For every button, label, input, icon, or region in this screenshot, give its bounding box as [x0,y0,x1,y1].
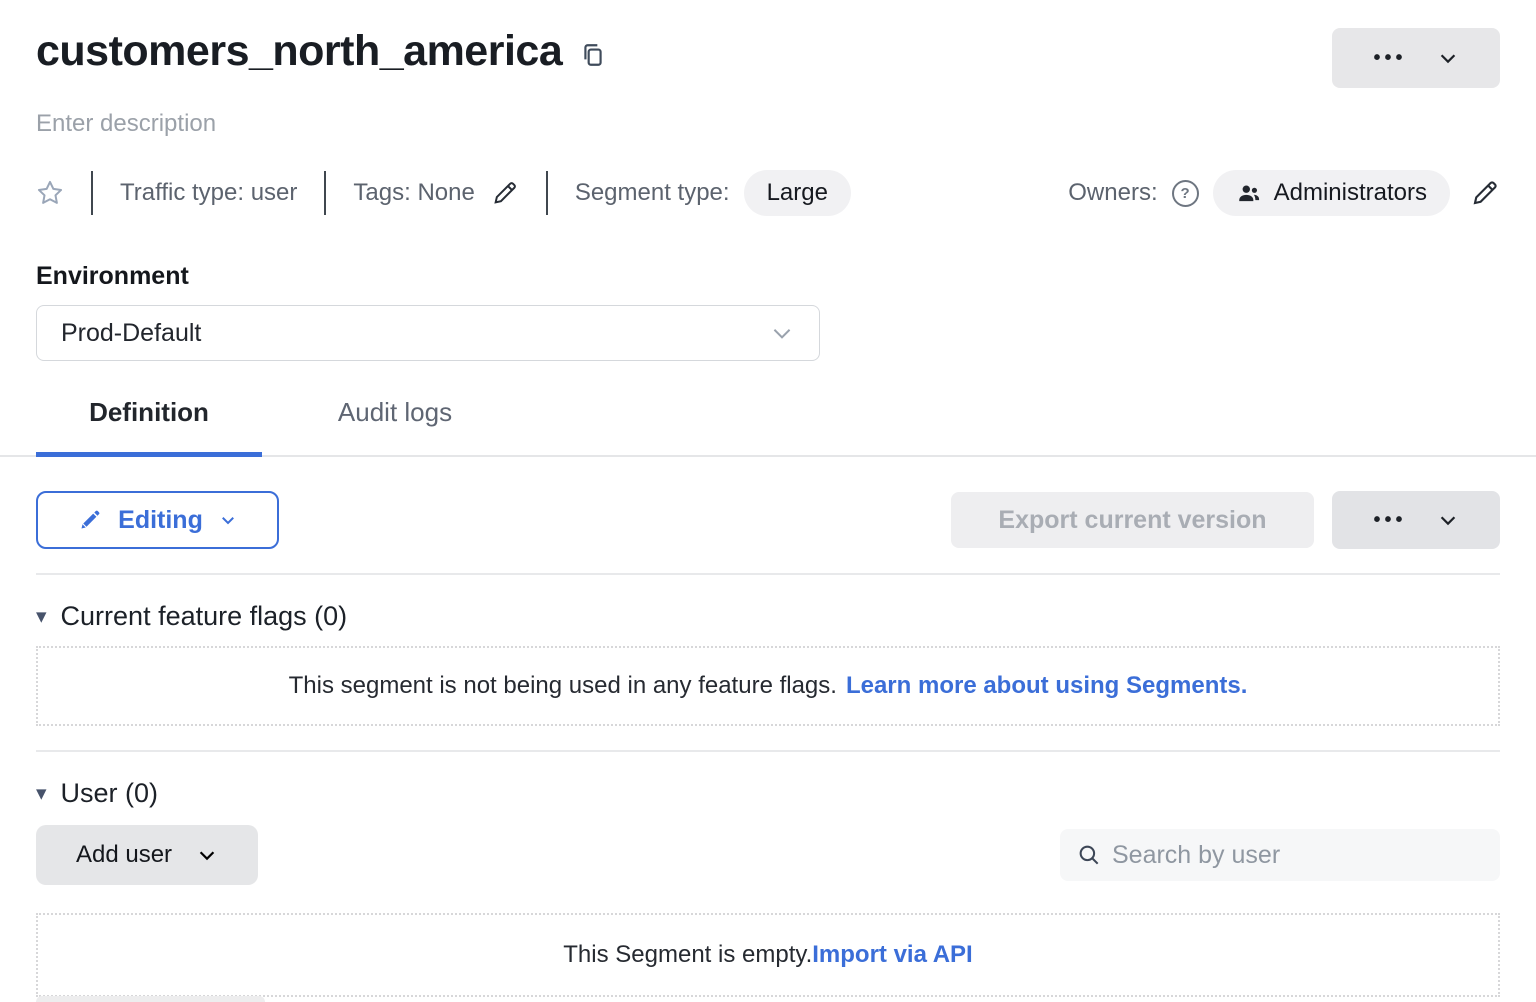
section-divider [36,573,1500,575]
editing-dropdown-button[interactable]: Editing [36,491,279,549]
page-title: customers_north_america [36,28,562,75]
environment-select[interactable]: Prod-Default [36,305,820,361]
divider [324,171,326,215]
collapse-caret-icon: ▾ [36,606,47,627]
chevron-down-icon [1437,509,1459,531]
learn-more-link[interactable]: Learn more about using Segments. [846,672,1247,700]
copy-icon[interactable] [580,42,606,68]
tags-label: Tags: None [353,179,474,207]
pencil-icon [78,508,102,532]
ellipsis-icon: ••• [1373,510,1406,530]
definition-toolbar: Editing Export current version ••• [36,491,1500,549]
chevron-down-icon [769,320,795,346]
traffic-type-label: Traffic type: user [120,179,297,207]
chevron-down-icon [1437,47,1459,69]
description-field[interactable]: Enter description [36,110,1500,138]
divider [546,171,548,215]
user-section-title: User (0) [61,778,159,809]
segment-empty-state: This Segment is empty. Import via API [36,913,1500,997]
page-header: customers_north_america ••• [36,28,1500,88]
collapse-caret-icon: ▾ [36,783,47,804]
toolbar-more-menu-button[interactable]: ••• [1332,491,1500,549]
import-via-api-link[interactable]: Import via API [812,941,972,969]
export-current-version-button[interactable]: Export current version [951,492,1314,548]
user-section-header[interactable]: ▾ User (0) [36,778,1500,809]
owners-value: Administrators [1274,179,1427,207]
add-user-button[interactable]: Add user [36,825,258,885]
environment-selected-value: Prod-Default [61,319,201,348]
search-icon [1076,842,1102,868]
ellipsis-icon: ••• [1373,48,1406,68]
feature-flags-section-title: Current feature flags (0) [61,601,348,632]
segment-type-label: Segment type: [575,179,730,207]
feature-flags-empty-text: This segment is not being used in any fe… [289,672,837,700]
feature-flags-section-header[interactable]: ▾ Current feature flags (0) [36,601,1500,632]
chevron-down-icon [219,511,237,529]
section-divider [36,750,1500,752]
environment-label: Environment [36,262,1500,291]
add-user-label: Add user [76,841,172,869]
tab-bar: Definition Audit logs [0,397,1536,457]
star-icon[interactable] [36,179,64,207]
owners-badge: Administrators [1213,170,1450,216]
edit-tags-pencil-icon[interactable] [491,179,519,207]
search-by-user-input[interactable] [1112,841,1484,870]
edit-owners-pencil-icon[interactable] [1470,178,1500,208]
divider [91,171,93,215]
search-by-user-box [1060,829,1500,881]
chevron-down-icon [196,844,218,866]
segment-detail-page: customers_north_america ••• Enter descri… [0,0,1536,1002]
header-more-menu-button[interactable]: ••• [1332,28,1500,88]
help-icon[interactable]: ? [1172,180,1199,207]
partial-bottom-element [36,996,265,1002]
feature-flags-empty-state: This segment is not being used in any fe… [36,646,1500,726]
editing-label: Editing [118,506,203,535]
tab-audit-logs[interactable]: Audit logs [290,397,500,455]
meta-row: Traffic type: user Tags: None Segment ty… [36,170,1500,216]
user-controls-row: Add user [36,825,1500,885]
segment-type-badge: Large [744,170,851,216]
owners-label: Owners: [1068,179,1157,207]
segment-empty-text: This Segment is empty. [563,941,812,969]
tab-definition[interactable]: Definition [36,397,262,457]
people-icon [1236,180,1262,206]
